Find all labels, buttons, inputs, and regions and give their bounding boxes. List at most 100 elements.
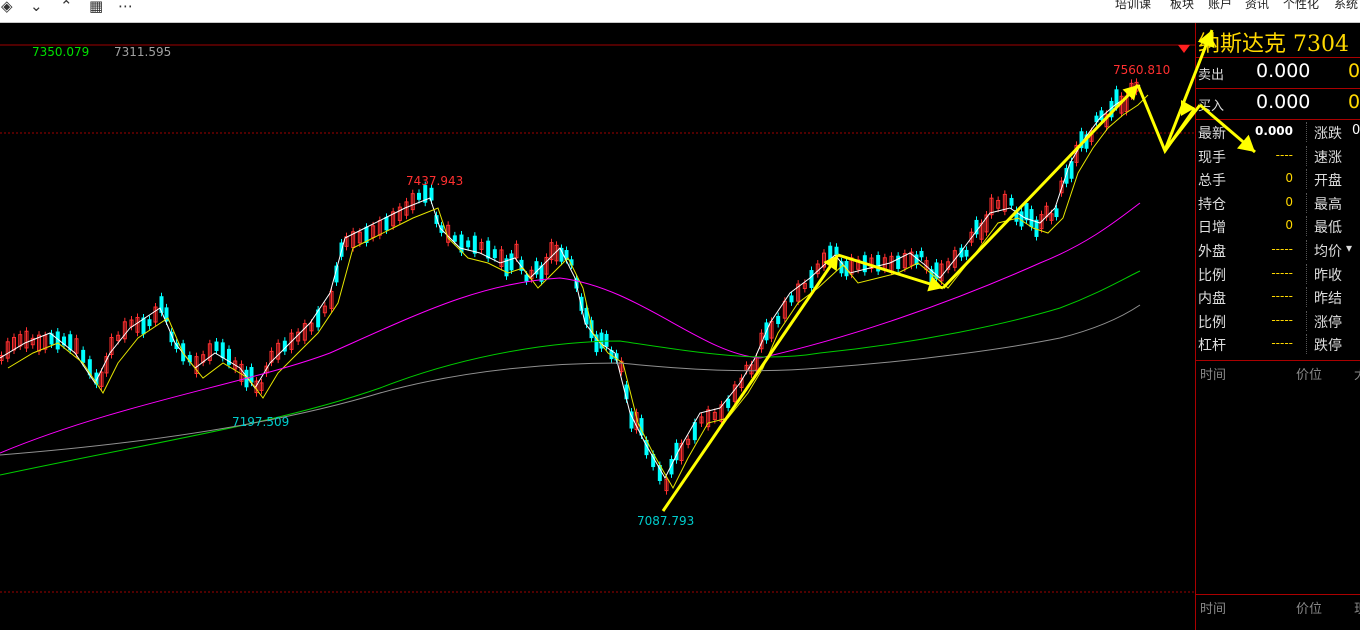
candle-body [472,235,477,254]
candle-body [789,295,794,303]
quote-panel: 纳斯达克 7304 卖出 0.000 0 买入 0.000 0 最新 0.000 涨… [1195,23,1360,630]
quote-row-label2: 速涨 [1314,149,1342,166]
quote-row-label: 现手 [1198,149,1226,166]
quote-row-divider [1306,310,1307,331]
quote-row-value: ----- [1271,265,1293,280]
menu-account[interactable]: 账户 [1208,0,1232,12]
candle-body [147,319,152,327]
ma120-value: 7350.079 [32,45,90,59]
quote-row-divider [1306,192,1307,213]
quote-row-value: 0 [1285,218,1293,233]
quote-row-label: 比例 [1198,267,1226,284]
sell-extra: 0 [1348,60,1360,82]
quote-row: 内盘 ----- 昨结 [1196,285,1360,309]
up-arrow-1 [661,254,840,512]
ma5-line [0,84,1141,480]
quote-rows: 最新 0.000 涨跌 0 现手 ---- 速涨 总手 0 开盘 持仓 0 最高 日增 0 最低 外盘 -----… [1196,119,1360,360]
quote-row-label: 持仓 [1198,196,1226,213]
quote-row-label: 内盘 [1198,291,1226,308]
candle-body [776,315,781,325]
menu-personalize[interactable]: 个性化 [1283,0,1319,12]
candle-body [524,274,529,282]
quote-row-value: ----- [1271,312,1293,327]
sell-value: 0.000 [1256,60,1311,82]
quote-row: 现手 ---- 速涨 [1196,144,1360,168]
candle-body [692,422,697,441]
quote-row-label2: 跌停 [1314,338,1342,355]
candle-body [1029,209,1034,228]
candle-body [964,249,969,257]
quote-row: 比例 ----- 涨停 [1196,309,1360,333]
layout-icon[interactable]: ▦ [89,0,103,15]
quote-row-label2: 涨跌 [1314,126,1342,142]
candle-body [584,307,589,325]
price-header-bottom: 价位 [1296,602,1323,617]
volume-header: 大 [1354,364,1360,383]
quote-row: 日增 0 最低 [1196,214,1360,238]
quote-row-label: 总手 [1198,173,1226,190]
quote-row-value: ----- [1271,336,1293,351]
quote-row-label: 最新 [1198,126,1226,142]
quote-row-value: ---- [1275,147,1293,162]
quote-row-label: 比例 [1198,314,1226,331]
candle-body [539,265,544,282]
candle-body [1009,197,1014,206]
quote-row-divider [1306,334,1307,355]
candle-body [81,349,86,363]
time-header-bottom: 时间 [1200,602,1227,617]
candle-body [452,235,457,242]
ma120-line [0,270,1141,476]
candle-body [509,253,514,271]
quote-row: 外盘 ----- 均价 [1196,238,1360,262]
toolbar: ◈ ⌄ ⌃ ▦ ⋯ 培训课 板块 账户 资讯 个性化 系统 [0,0,1360,23]
double-chevron-down-icon[interactable]: ⌄ [30,0,43,15]
quote-row-label2: 昨结 [1314,291,1342,308]
candle-body [604,333,609,347]
up-arrow-2 [941,83,1140,290]
ma250-value: 7311.595 [114,45,172,59]
marker-triangle-icon [1178,45,1190,53]
menu-training[interactable]: 培训课 [1115,0,1151,12]
kline-chart[interactable]: 7350.079 7311.595 7437.943 7560.810 7197… [0,23,1195,630]
quote-row: 总手 0 开盘 [1196,167,1360,191]
quote-row-label: 日增 [1198,220,1226,237]
candle-body [492,249,497,259]
candle-body [1069,161,1074,179]
quote-row-label2: 昨收 [1314,267,1342,284]
quote-row-divider [1306,263,1307,284]
quote-row-value: ----- [1271,289,1293,304]
more-icon[interactable]: ⋯ [118,0,133,15]
quote-row: 比例 ----- 昨收 [1196,262,1360,286]
menu-sector[interactable]: 板块 [1170,0,1194,12]
menu-system[interactable]: 系统 [1334,0,1358,12]
quote-row-label2: 最低 [1314,220,1342,237]
double-chevron-up-icon[interactable]: ⌃ [60,0,73,15]
current-header-bottom: 现 [1354,598,1360,617]
quote-row-value: 0.000 [1255,124,1293,138]
quote-row-divider [1306,240,1307,260]
buy-label: 买入 [1198,99,1225,114]
quote-row-divider [1306,169,1307,190]
quote-row-divider [1306,216,1307,237]
candle-body [1019,211,1024,227]
candle-body [417,192,421,200]
candle-body [834,246,839,255]
menu-news[interactable]: 资讯 [1245,0,1269,12]
quote-row-value2: 0 [1352,123,1360,138]
quote-row-label: 外盘 [1198,244,1226,260]
quote-row-label2: 最高 [1314,196,1342,213]
ask-row: 卖出 0.000 0 [1196,57,1360,88]
buy-value: 0.000 [1256,91,1311,113]
quote-row-value: 0 [1285,194,1293,209]
instrument-title: 纳斯达克 7304 [1198,32,1349,57]
bid-row: 买入 0.000 0 [1196,88,1360,119]
candle-body [141,317,146,335]
quote-row-value: ----- [1271,242,1293,256]
diamond-arrows-icon[interactable]: ◈ [1,0,13,15]
trade-list-header-bottom: 时间 价位 现 [1196,594,1360,617]
chevron-down-icon[interactable]: ▾ [1346,241,1352,255]
kline-chart-canvas[interactable] [0,23,1195,630]
candle-body [919,250,924,258]
quote-row-label2: 均价 [1314,244,1342,260]
candle-body [459,234,464,253]
